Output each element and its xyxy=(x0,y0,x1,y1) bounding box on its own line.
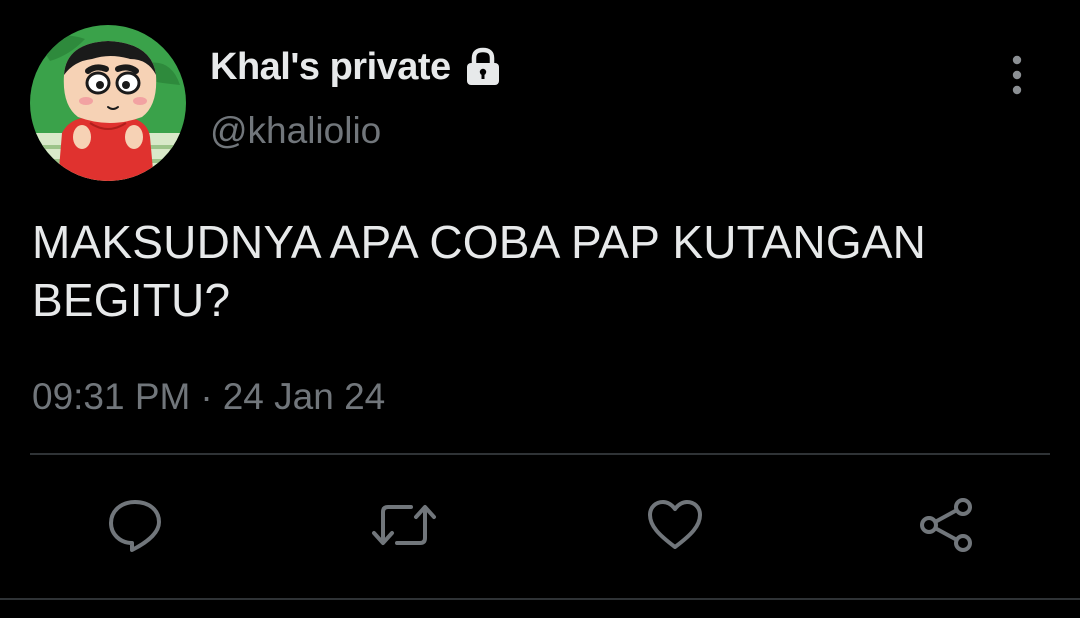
heart-icon xyxy=(645,497,705,558)
share-icon xyxy=(916,495,976,560)
tweet-meta: 09:31 PM · 24 Jan 24 xyxy=(32,376,385,418)
avatar[interactable] xyxy=(30,25,186,181)
handle[interactable]: @khaliolio xyxy=(210,110,381,152)
retweet-button[interactable] xyxy=(372,495,436,559)
tweet-time[interactable]: 09:31 PM xyxy=(32,376,190,418)
action-bar xyxy=(0,495,1080,559)
meta-separator: · xyxy=(200,376,213,417)
like-button[interactable] xyxy=(643,495,707,559)
tweet-text: MAKSUDNYA APA COBA PAP KUTANGAN BEGITU? xyxy=(32,216,927,326)
retweet-icon xyxy=(371,496,437,559)
divider xyxy=(30,453,1050,455)
share-button[interactable] xyxy=(914,495,978,559)
lock-icon xyxy=(461,45,505,89)
tweet-card: Khal's private @khaliolio MAKSUDNYA APA … xyxy=(0,0,1080,618)
reply-icon xyxy=(106,496,164,559)
bottom-divider xyxy=(0,598,1080,600)
display-name-row: Khal's private xyxy=(210,42,505,92)
tweet-date[interactable]: 24 Jan 24 xyxy=(223,376,386,418)
display-name[interactable]: Khal's private xyxy=(210,46,451,89)
more-vertical-icon[interactable] xyxy=(997,52,1037,98)
reply-button[interactable] xyxy=(103,495,167,559)
